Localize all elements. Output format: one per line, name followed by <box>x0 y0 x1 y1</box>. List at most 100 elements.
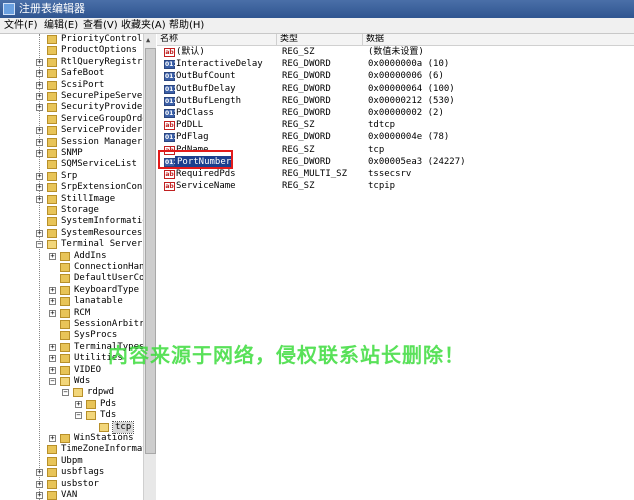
registry-values-list[interactable]: 名称 类型 数据 ab (默认) REG_SZ (数值未设置) 011 Interacti… <box>157 34 634 500</box>
expand-plus-icon[interactable]: + <box>36 127 43 135</box>
tree-item-serviceprovider[interactable]: + ServiceProvider <box>0 125 143 136</box>
folder-icon <box>60 263 70 272</box>
tree-item-tds[interactable]: − Tds <box>0 410 143 421</box>
tree-item-usbstor[interactable]: + usbstor <box>0 479 143 490</box>
tree-item-wds[interactable]: − Wds <box>0 376 143 387</box>
tree-item-scsiport[interactable]: + ScsiPort <box>0 80 143 91</box>
tree-item-systemresources[interactable]: + SystemResources <box>0 228 143 239</box>
expand-plus-icon[interactable]: + <box>36 81 43 89</box>
expand-plus-icon[interactable]: + <box>36 492 43 499</box>
tree-item-srp[interactable]: + Srp <box>0 171 143 182</box>
folder-icon <box>60 365 70 375</box>
tree-item-sessionarbitrati[interactable]: SessionArbitrati <box>0 319 155 330</box>
value-row-outbuflength[interactable]: 011 OutBufLength REG_DWORD 0x00000212 (530) <box>157 95 634 107</box>
tree-item-label: lanatable <box>74 296 123 307</box>
tree-item-label: SystemInformation <box>61 216 154 227</box>
expand-plus-icon[interactable]: + <box>36 104 43 112</box>
tree-item-keyboardtype-maj[interactable]: + KeyboardType Maj <box>0 285 155 296</box>
tree-item-timezoneinformation[interactable]: TimeZoneInformation <box>0 444 155 455</box>
expand-plus-icon[interactable]: + <box>36 70 43 78</box>
column-name-header[interactable]: 名称 <box>157 34 277 45</box>
expand-plus-icon[interactable]: + <box>36 229 43 237</box>
tree-item-addins[interactable]: + AddIns <box>0 251 143 262</box>
value-row-[interactable]: ab (默认) REG_SZ (数值未设置) <box>157 46 634 58</box>
value-row-interactivedelay[interactable]: 011 InteractiveDelay REG_DWORD 0x0000000a (… <box>157 58 634 70</box>
menu-help[interactable]: 帮助(H) <box>169 18 204 33</box>
tree-item-session-manager[interactable]: + Session Manager <box>0 137 143 148</box>
collapse-minus-icon[interactable]: − <box>36 241 43 249</box>
tree-item-srpextensionconfig[interactable]: + SrpExtensionConfig <box>0 182 155 193</box>
tree-item-systeminformation[interactable]: SystemInformation <box>0 216 153 227</box>
scrollbar-thumb[interactable] <box>145 48 156 454</box>
collapse-minus-icon[interactable]: − <box>62 389 69 397</box>
tree-item-label: ProductOptions <box>61 45 137 56</box>
value-row-pdflag[interactable]: 011 PdFlag REG_DWORD 0x0000004e (78) <box>157 131 634 143</box>
tree-item-terminal-server[interactable]: − Terminal Server <box>0 239 143 250</box>
expand-plus-icon[interactable]: + <box>36 469 43 477</box>
expand-plus-icon[interactable]: + <box>75 400 82 408</box>
tree-item-tcp[interactable]: tcp <box>0 420 143 435</box>
tree-item-ubpm[interactable]: Ubpm <box>0 456 143 467</box>
tree-item-usbflags[interactable]: + usbflags <box>0 467 143 478</box>
expand-plus-icon[interactable]: + <box>36 184 43 192</box>
string-value-icon: ab <box>164 121 175 131</box>
tree-item-securepipeservers[interactable]: + SecurePipeServers <box>0 91 153 102</box>
tree-item-pds[interactable]: + Pds <box>0 399 143 410</box>
expand-plus-icon[interactable]: + <box>36 58 43 66</box>
tree-item-rtlqueryregistrycor[interactable]: + RtlQueryRegistryCor <box>0 57 155 68</box>
tree-item-connectionhandle[interactable]: ConnectionHandle <box>0 262 155 273</box>
column-data-header[interactable]: 数据 <box>363 34 634 45</box>
expand-plus-icon[interactable]: + <box>36 480 43 488</box>
tree-item-lanatable[interactable]: + lanatable <box>0 296 143 307</box>
registry-editor-icon <box>3 3 15 15</box>
collapse-minus-icon[interactable]: − <box>49 378 56 385</box>
value-row-pddll[interactable]: ab PdDLL REG_SZ tdtcp <box>157 119 634 131</box>
expand-plus-icon[interactable]: + <box>49 343 56 351</box>
menu-file[interactable]: 文件(F) <box>4 18 38 33</box>
expand-plus-icon[interactable]: + <box>49 252 56 260</box>
value-row-outbufdelay[interactable]: 011 OutBufDelay REG_DWORD 0x00000064 (100) <box>157 83 634 95</box>
expand-plus-icon[interactable]: + <box>36 138 43 146</box>
value-row-requiredpds[interactable]: ab RequiredPds REG_MULTI_SZ tssecsrv <box>157 168 634 180</box>
menu-view[interactable]: 查看(V) <box>83 18 118 33</box>
column-type-header[interactable]: 类型 <box>277 34 363 45</box>
expand-plus-icon[interactable]: + <box>36 93 43 100</box>
menu-favorites[interactable]: 收藏夹(A) <box>121 18 166 33</box>
expand-plus-icon[interactable]: + <box>36 150 43 157</box>
scroll-up-arrow-icon[interactable]: ▲ <box>146 35 154 45</box>
tree-item-van[interactable]: + VAN <box>0 490 143 500</box>
expand-plus-icon[interactable]: + <box>49 355 56 363</box>
tree-item-storage[interactable]: Storage <box>0 205 143 216</box>
menu-edit[interactable]: 编辑(E) <box>44 18 78 33</box>
expand-plus-icon[interactable]: + <box>36 195 43 203</box>
tree-item-prioritycontrol[interactable]: PriorityControl <box>0 34 143 45</box>
value-row-servicename[interactable]: ab ServiceName REG_SZ tcpip <box>157 180 634 192</box>
tree-item-sqmservicelist[interactable]: SQMServiceList <box>0 159 143 170</box>
tree-item-productoptions[interactable]: ProductOptions <box>0 45 143 56</box>
expand-plus-icon[interactable]: + <box>49 298 56 306</box>
tree-item-servicegrouporder[interactable]: ServiceGroupOrder <box>0 114 153 125</box>
registry-key-tree[interactable]: PriorityControl ProductOptions + RtlQueryRe… <box>0 34 156 500</box>
tree-vertical-scrollbar[interactable]: ▲ <box>143 34 156 500</box>
expand-plus-icon[interactable]: + <box>49 435 56 442</box>
tree-item-defaultuserconfi[interactable]: DefaultUserConfi <box>0 273 155 284</box>
value-row-outbufcount[interactable]: 011 OutBufCount REG_DWORD 0x00000006 (6) <box>157 70 634 82</box>
tree-item-safeboot[interactable]: + SafeBoot <box>0 68 143 79</box>
folder-icon <box>47 69 57 79</box>
value-data: 0x00005ea3 (24227) <box>368 156 466 167</box>
value-data: tssecsrv <box>368 169 412 179</box>
tree-item-stillimage[interactable]: + StillImage <box>0 194 143 205</box>
collapse-minus-icon[interactable]: − <box>75 412 82 420</box>
tree-item-securityproviders[interactable]: + SecurityProviders <box>0 102 153 113</box>
tree-item-rcm[interactable]: + RCM <box>0 308 143 319</box>
expand-plus-icon[interactable]: + <box>49 309 56 317</box>
value-type: REG_SZ <box>282 181 315 192</box>
tree-item-winstations[interactable]: + WinStations <box>0 433 143 444</box>
value-row-pdclass[interactable]: 011 PdClass REG_DWORD 0x00000002 (2) <box>157 107 634 119</box>
tree-item-rdpwd[interactable]: − rdpwd <box>0 387 143 398</box>
string-value-icon: ab <box>164 170 175 179</box>
expand-plus-icon[interactable]: + <box>49 366 56 374</box>
expand-plus-icon[interactable]: + <box>49 286 56 294</box>
expand-plus-icon[interactable]: + <box>36 172 43 180</box>
tree-item-snmp[interactable]: + SNMP <box>0 148 143 159</box>
